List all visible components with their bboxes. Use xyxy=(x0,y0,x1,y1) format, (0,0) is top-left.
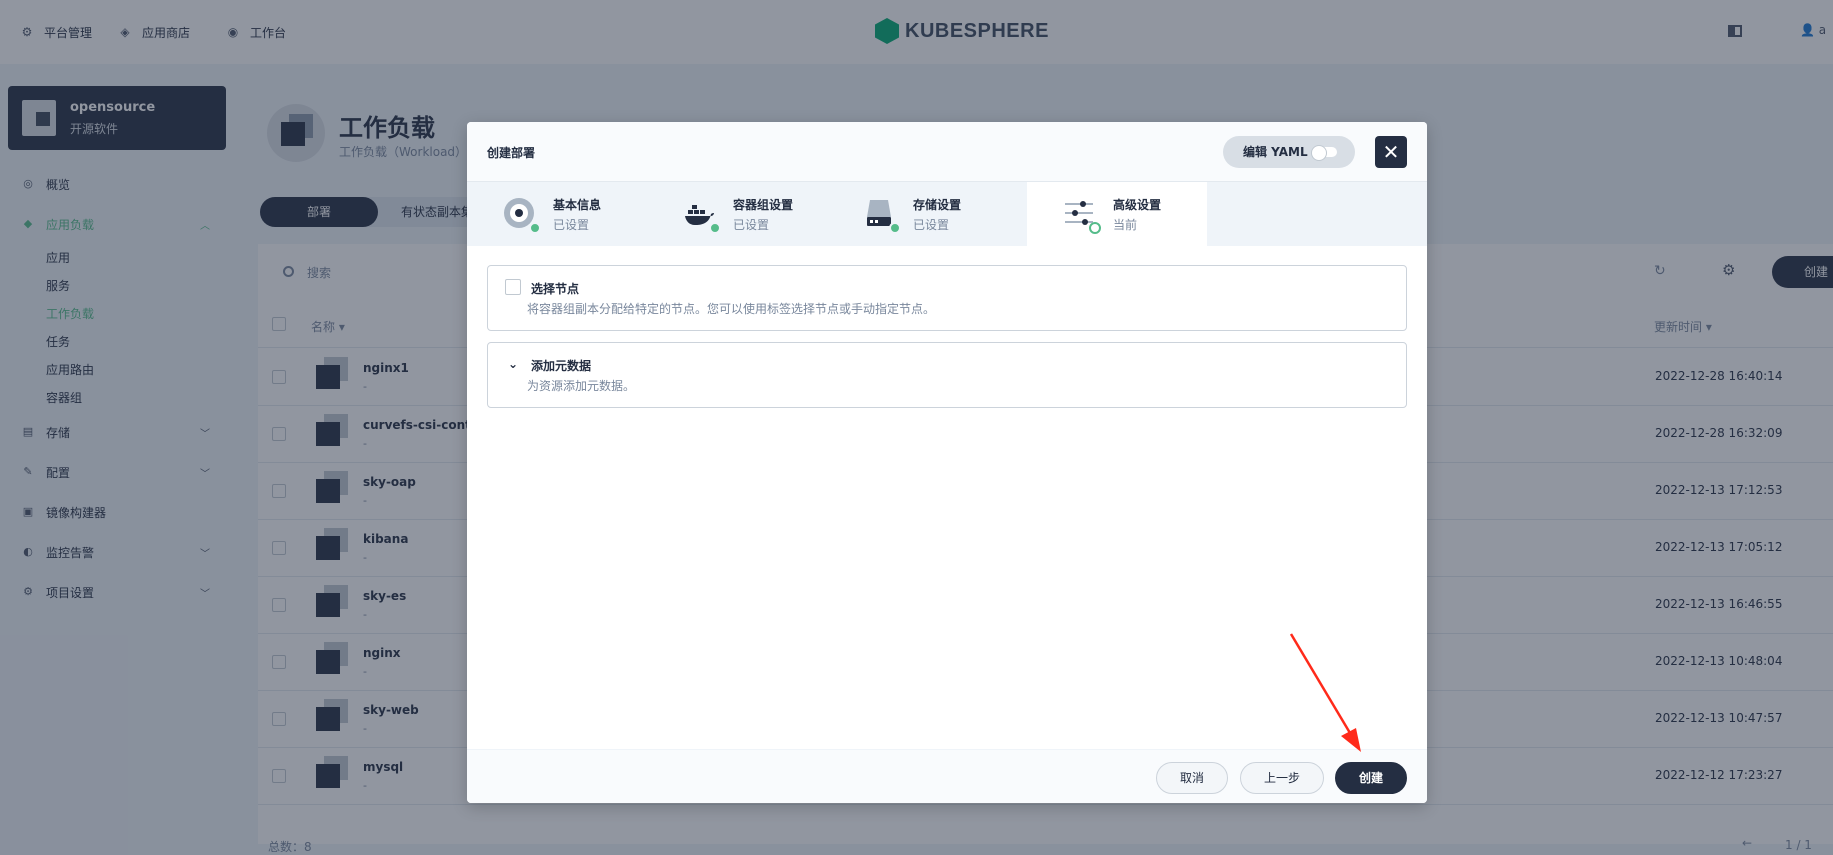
create-button[interactable]: 创建 xyxy=(1335,762,1407,794)
step-done-indicator xyxy=(889,222,901,234)
step-pod-settings[interactable]: 容器组设置 已设置 xyxy=(647,182,827,246)
step-basic-info[interactable]: 基本信息 已设置 xyxy=(467,182,647,246)
edit-yaml-toggle[interactable]: 编辑 YAML xyxy=(1223,136,1355,168)
chevron-down-icon[interactable]: ⌄ xyxy=(508,357,518,371)
step-status: 已设置 xyxy=(913,218,950,232)
step-title: 基本信息 xyxy=(553,198,602,212)
wizard-steps: 基本信息 已设置 容器组设置 已设置 存储设置 已设置 高级设置 当前 xyxy=(467,182,1427,246)
toggle-switch-icon xyxy=(1311,145,1337,161)
create-deployment-dialog: 创建部署 编辑 YAML ✕ 基本信息 已设置 容器组设置 已设置 存储设置 已… xyxy=(467,122,1427,803)
dialog-header: 创建部署 编辑 YAML ✕ xyxy=(467,122,1427,182)
step-storage-settings[interactable]: 存储设置 已设置 xyxy=(827,182,1007,246)
step-status: 已设置 xyxy=(553,218,590,232)
node-selector-panel: 选择节点 将容器组副本分配给特定的节点。您可以使用标签选择节点或手动指定节点。 xyxy=(487,265,1407,331)
step-advanced-settings[interactable]: 高级设置 当前 xyxy=(1027,182,1207,246)
edit-yaml-label: 编辑 YAML xyxy=(1243,145,1308,159)
metadata-panel[interactable]: ⌄ 添加元数据 为资源添加元数据。 xyxy=(487,342,1407,408)
metadata-title[interactable]: 添加元数据 xyxy=(531,357,591,374)
dialog-body: 选择节点 将容器组副本分配给特定的节点。您可以使用标签选择节点或手动指定节点。 … xyxy=(467,246,1427,749)
step-done-indicator xyxy=(709,222,721,234)
cancel-button[interactable]: 取消 xyxy=(1156,762,1228,794)
step-title: 存储设置 xyxy=(913,198,962,212)
step-status: 已设置 xyxy=(733,218,770,232)
dialog-footer: 取消 上一步 创建 xyxy=(467,749,1427,803)
node-selector-checkbox[interactable] xyxy=(505,279,521,295)
step-current-indicator xyxy=(1089,222,1101,234)
step-title: 容器组设置 xyxy=(733,198,794,212)
previous-step-button[interactable]: 上一步 xyxy=(1240,762,1324,794)
step-done-indicator xyxy=(529,222,541,234)
step-status: 当前 xyxy=(1113,218,1138,232)
node-selector-desc: 将容器组副本分配给特定的节点。您可以使用标签选择节点或手动指定节点。 xyxy=(527,302,936,316)
close-button[interactable]: ✕ xyxy=(1375,136,1407,168)
step-title: 高级设置 xyxy=(1113,198,1162,212)
metadata-desc: 为资源添加元数据。 xyxy=(527,379,636,393)
node-selector-title[interactable]: 选择节点 xyxy=(531,280,579,297)
dialog-title: 创建部署 xyxy=(487,146,536,160)
close-icon: ✕ xyxy=(1382,140,1400,164)
